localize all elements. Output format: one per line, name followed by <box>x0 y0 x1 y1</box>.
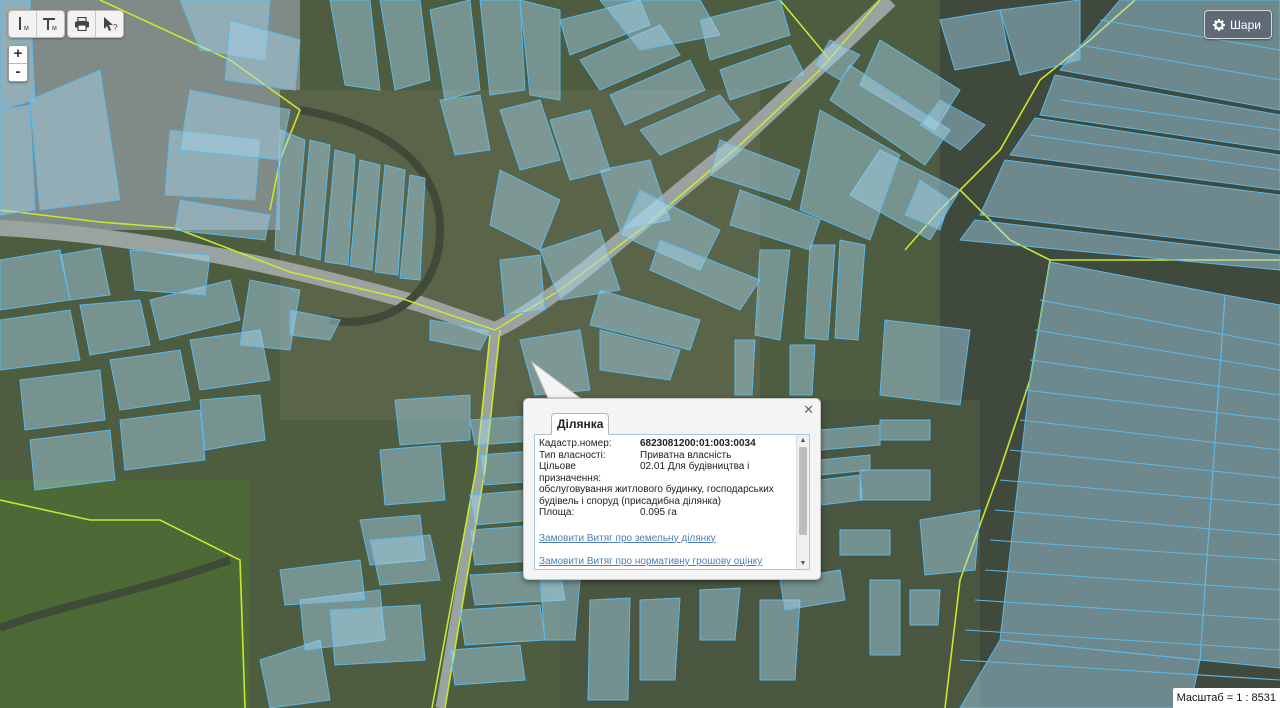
parcel[interactable] <box>379 444 446 506</box>
parcel[interactable] <box>394 394 471 446</box>
parcel[interactable] <box>19 369 106 431</box>
printer-icon <box>74 17 89 31</box>
parcel[interactable] <box>819 474 863 506</box>
measure-toolbar: м м <box>8 10 65 38</box>
order-extract-link[interactable]: Замовити Витяг про земельну ділянку <box>539 533 797 545</box>
popup-content: Кадастр.номер: 6823081200:01:003:0034 Ти… <box>539 438 797 568</box>
parcel[interactable] <box>859 469 931 501</box>
parcel[interactable] <box>79 299 151 356</box>
parcel-popup: ✕ Ділянка Кадастр.номер: 6823081200:01:0… <box>523 398 821 580</box>
parcel[interactable] <box>109 349 191 411</box>
gear-icon <box>1212 18 1225 31</box>
parcel[interactable] <box>789 344 816 396</box>
row-cadastral: Кадастр.номер: 6823081200:01:003:0034 <box>539 438 797 450</box>
scale-readout: Масштаб = 1 : 8531 <box>1172 688 1280 708</box>
zoom-out-button[interactable]: - <box>9 63 27 81</box>
ownership-label: Тип власності: <box>539 449 606 461</box>
layers-button-label: Шари <box>1229 17 1261 32</box>
zoom-control: + - <box>8 45 28 82</box>
purpose-value-line1: 02.01 Для будівництва і <box>640 461 750 472</box>
tools-toolbar: ? <box>67 10 124 38</box>
parcel[interactable] <box>459 604 546 646</box>
parcel[interactable] <box>369 534 441 586</box>
parcel[interactable] <box>539 579 581 641</box>
popup-body: Кадастр.номер: 6823081200:01:003:0034 Ти… <box>534 434 810 570</box>
parcel[interactable] <box>329 604 426 666</box>
parcel[interactable] <box>639 597 681 681</box>
parcel[interactable] <box>199 394 266 451</box>
cadastral-label: Кадастр.номер: <box>539 438 612 449</box>
scroll-down-icon[interactable]: ▼ <box>797 558 809 569</box>
parcel[interactable] <box>839 529 891 556</box>
parcel[interactable] <box>499 254 546 316</box>
area-value: 0.095 га <box>640 507 677 518</box>
parcel[interactable] <box>879 419 931 441</box>
layers-button[interactable]: Шари <box>1203 10 1272 39</box>
row-area: Площа: 0.095 га <box>539 507 797 519</box>
area-label: Площа: <box>539 507 575 518</box>
scroll-up-icon[interactable]: ▲ <box>797 435 809 446</box>
parcel[interactable] <box>759 599 801 681</box>
zoom-in-button[interactable]: + <box>9 46 27 63</box>
parcel[interactable] <box>587 597 631 701</box>
identify-button[interactable]: ? <box>95 11 123 37</box>
parcel[interactable] <box>449 644 526 686</box>
popup-scrollbar[interactable]: ▲ ▼ <box>796 435 809 569</box>
parcel[interactable] <box>909 589 941 626</box>
parcel[interactable] <box>0 104 36 216</box>
measure-area-button[interactable]: м <box>36 11 64 37</box>
scroll-thumb[interactable] <box>799 447 807 535</box>
svg-text:м: м <box>24 25 29 32</box>
print-button[interactable] <box>68 11 95 37</box>
ownership-value: Приватна власність <box>640 449 732 461</box>
parcel[interactable] <box>119 409 206 471</box>
row-purpose: Цільове призначення: 02.01 Для будівницт… <box>539 461 797 484</box>
parcel[interactable] <box>819 424 881 451</box>
parcel[interactable] <box>29 429 116 491</box>
ruler-area-icon: м <box>42 18 57 32</box>
parcel[interactable] <box>0 249 71 311</box>
measure-distance-button[interactable]: м <box>9 11 36 37</box>
parcel[interactable] <box>919 509 981 576</box>
order-valuation-link[interactable]: Замовити Витяг про нормативну грошову оц… <box>539 556 797 568</box>
parcel[interactable] <box>879 319 971 406</box>
parcel[interactable] <box>0 309 81 371</box>
parcel[interactable] <box>869 579 901 656</box>
cadastral-value: 6823081200:01:003:0034 <box>640 438 756 449</box>
svg-text:?: ? <box>113 23 118 32</box>
parcel[interactable] <box>734 339 756 396</box>
row-ownership: Тип власності: Приватна власність <box>539 450 797 462</box>
close-icon[interactable]: ✕ <box>803 402 814 418</box>
parcel[interactable] <box>699 587 741 641</box>
parcel[interactable] <box>129 249 211 296</box>
popup-tab-parcel[interactable]: Ділянка <box>551 413 610 435</box>
purpose-label: Цільове призначення: <box>539 461 602 484</box>
purpose-value-rest: обслуговування житлового будинку, господ… <box>539 484 774 507</box>
satellite-map[interactable] <box>0 0 1280 708</box>
pointer-question-icon: ? <box>103 17 118 32</box>
ruler-line-icon: м <box>18 17 29 32</box>
svg-text:м: м <box>52 25 57 32</box>
